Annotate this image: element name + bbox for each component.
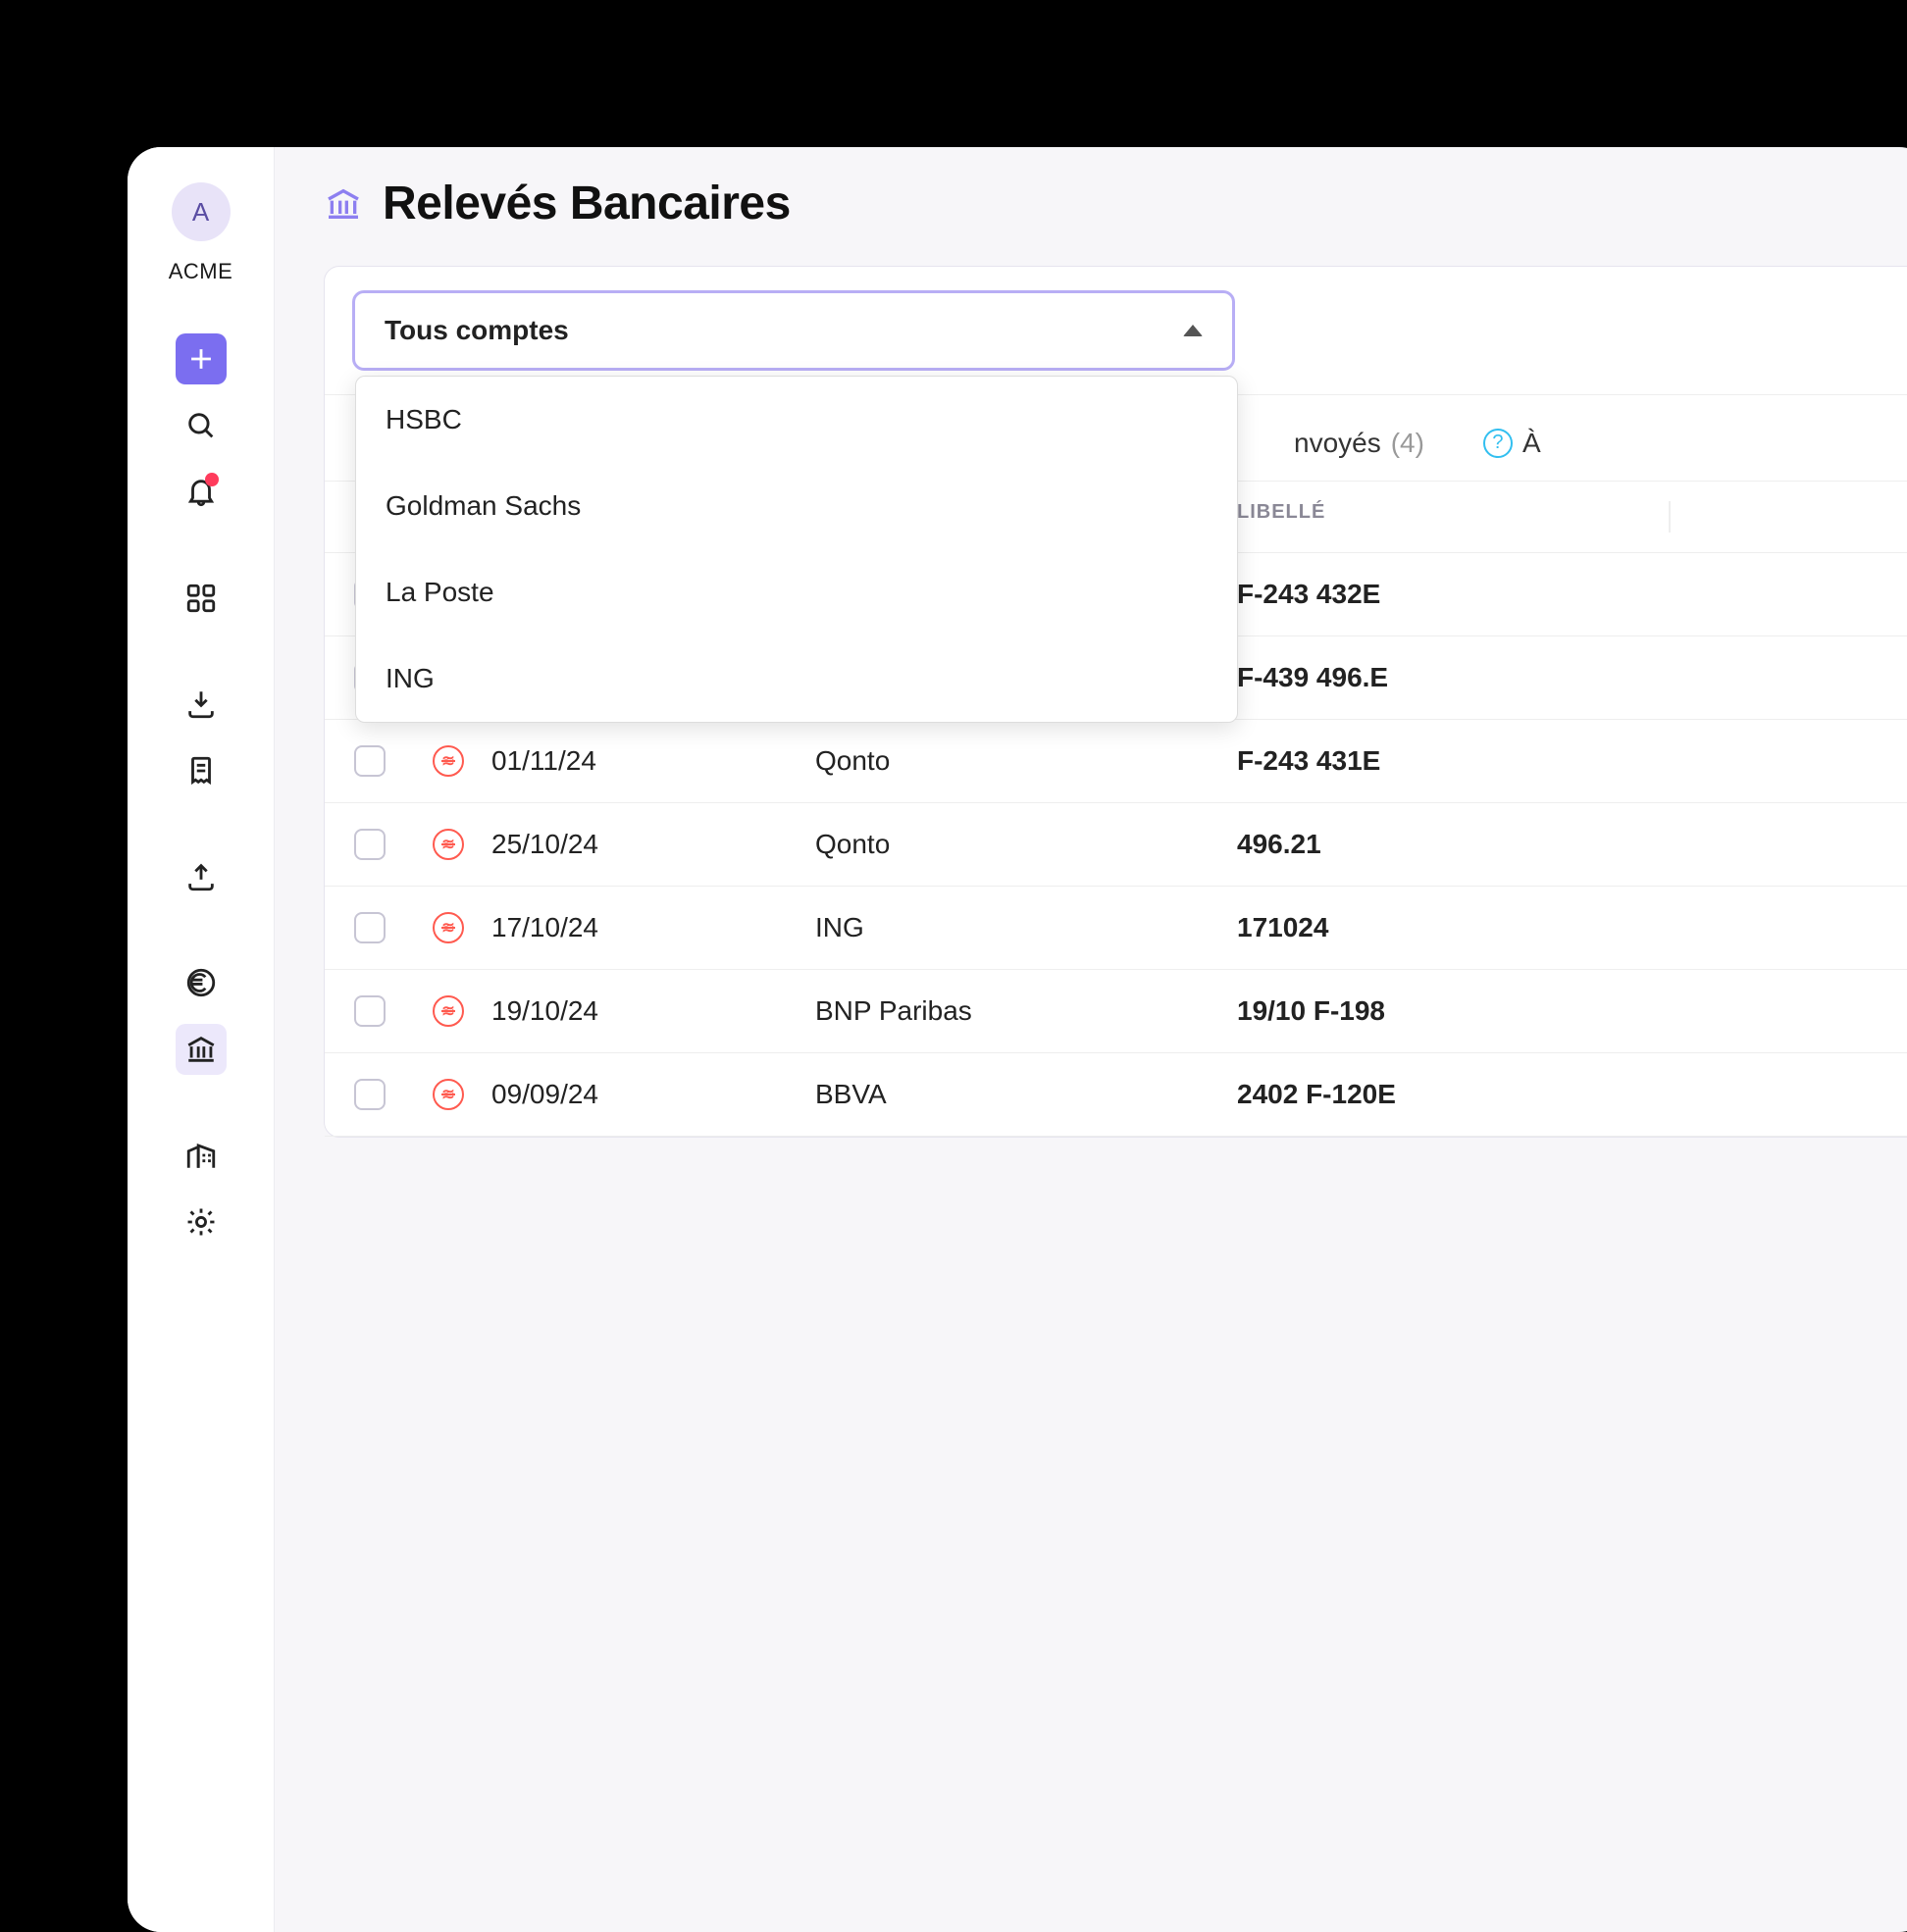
help-icon: ? [1483,429,1513,458]
search-button[interactable] [176,400,227,451]
status-unmatched-icon [433,912,464,943]
status-unmatched-icon [433,745,464,777]
tab-todo[interactable]: ? À [1483,428,1541,459]
cell-label: F-439 496.E [1237,662,1669,693]
row-checkbox[interactable] [354,995,386,1027]
status-unmatched-icon [433,1079,464,1110]
account-select[interactable]: Tous comptes HSBC Goldman Sachs La Poste… [352,290,1235,371]
org-avatar[interactable]: A [172,182,231,241]
table-row[interactable]: 09/09/24 BBVA 2402 F-120E [325,1053,1907,1137]
cell-date: 09/09/24 [491,1079,815,1110]
bell-icon [184,476,218,509]
column-header-libelle[interactable]: LIBELLÉ [1237,501,1669,533]
tab-sent-label: nvoyés [1294,428,1381,459]
table-row[interactable]: 25/10/24 Qonto 496.21 [325,803,1907,887]
account-option-ing[interactable]: ING [356,636,1237,722]
bank-statements-nav[interactable] [176,1024,227,1075]
outbox-upload-button[interactable] [176,851,227,902]
row-checkbox[interactable] [354,829,386,860]
account-option-hsbc[interactable]: HSBC [356,377,1237,463]
receipt-icon [184,754,218,788]
cell-label: F-243 432E [1237,579,1669,610]
cell-label: F-243 431E [1237,745,1669,777]
table-row[interactable]: 01/11/24 Qonto F-243 431E [325,720,1907,803]
account-select-label: Tous comptes [385,315,569,346]
receipts-button[interactable] [176,745,227,796]
inbox-download-button[interactable] [176,679,227,730]
status-unmatched-icon [433,829,464,860]
bank-icon [324,184,363,224]
row-checkbox[interactable] [354,912,386,943]
status-unmatched-icon [433,995,464,1027]
gear-icon [184,1205,218,1239]
caret-up-icon [1183,325,1203,336]
cell-bank: BNP Paribas [815,995,1237,1027]
org-name-label: ACME [169,259,233,284]
tab-sent[interactable]: nvoyés (4) [1294,428,1424,459]
account-dropdown: HSBC Goldman Sachs La Poste ING [355,376,1238,723]
cell-bank: ING [815,912,1237,943]
account-option-laposte[interactable]: La Poste [356,549,1237,636]
cell-bank: Qonto [815,745,1237,777]
cell-date: 25/10/24 [491,829,815,860]
download-tray-icon [184,687,218,721]
page-header: Relevés Bancaires [324,177,1907,230]
euro-icon [184,966,218,999]
new-button[interactable] [176,333,227,384]
notifications-button[interactable] [176,467,227,518]
filter-bar: Tous comptes HSBC Goldman Sachs La Poste… [325,290,1907,395]
euro-button[interactable] [176,957,227,1008]
cell-date: 19/10/24 [491,995,815,1027]
cell-amount: - [1671,579,1907,610]
row-checkbox[interactable] [354,745,386,777]
app-window: A ACME [128,147,1907,1932]
cell-label: 171024 [1237,912,1669,943]
tab-sent-count: (4) [1391,428,1424,459]
cell-label: 496.21 [1237,829,1669,860]
plus-icon [184,342,218,376]
dashboard-button[interactable] [176,573,227,624]
table-row[interactable]: 17/10/24 ING 171024 [325,887,1907,970]
cell-bank: BBVA [815,1079,1237,1110]
sidebar: A ACME [128,147,275,1932]
cell-date: 01/11/24 [491,745,815,777]
grid-icon [184,582,218,615]
main-content: Relevés Bancaires Tous comptes HSBC Gold… [275,147,1907,1932]
tab-todo-label: À [1522,428,1541,459]
content-card: Tous comptes HSBC Goldman Sachs La Poste… [324,266,1907,1138]
account-option-goldman[interactable]: Goldman Sachs [356,463,1237,549]
row-checkbox[interactable] [354,1079,386,1110]
settings-button[interactable] [176,1196,227,1247]
table-row[interactable]: 19/10/24 BNP Paribas 19/10 F-198 [325,970,1907,1053]
page-title: Relevés Bancaires [383,177,791,230]
upload-tray-icon [184,860,218,893]
cell-bank: Qonto [815,829,1237,860]
bank-icon [184,1033,218,1066]
building-icon [184,1139,218,1172]
search-icon [184,409,218,442]
cell-label: 19/10 F-198 [1237,995,1669,1027]
cell-label: 2402 F-120E [1237,1079,1669,1110]
buildings-button[interactable] [176,1130,227,1181]
cell-date: 17/10/24 [491,912,815,943]
